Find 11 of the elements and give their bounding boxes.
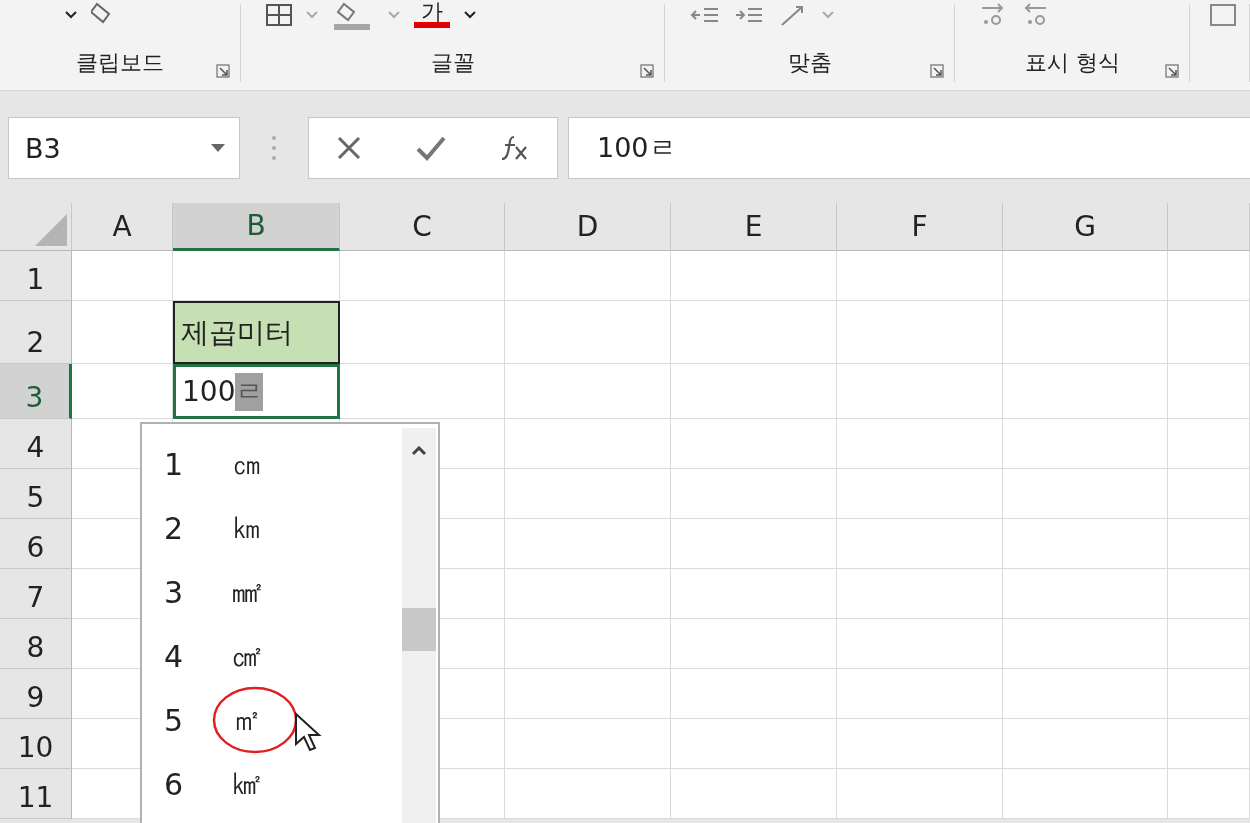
group-label: 클립보드: [76, 49, 164, 77]
item-number: 5: [164, 702, 185, 738]
group-label: 글꼴: [430, 49, 475, 77]
composing-character: ㄹ: [235, 372, 264, 411]
group-label: 맞춤: [787, 49, 832, 77]
item-number: 6: [164, 766, 185, 802]
item-number: 1: [164, 446, 185, 482]
item-number: 4: [164, 638, 185, 674]
item-number: 3: [164, 574, 185, 610]
group-label: 표시 형식: [1024, 49, 1120, 77]
item-number: 2: [164, 510, 185, 546]
